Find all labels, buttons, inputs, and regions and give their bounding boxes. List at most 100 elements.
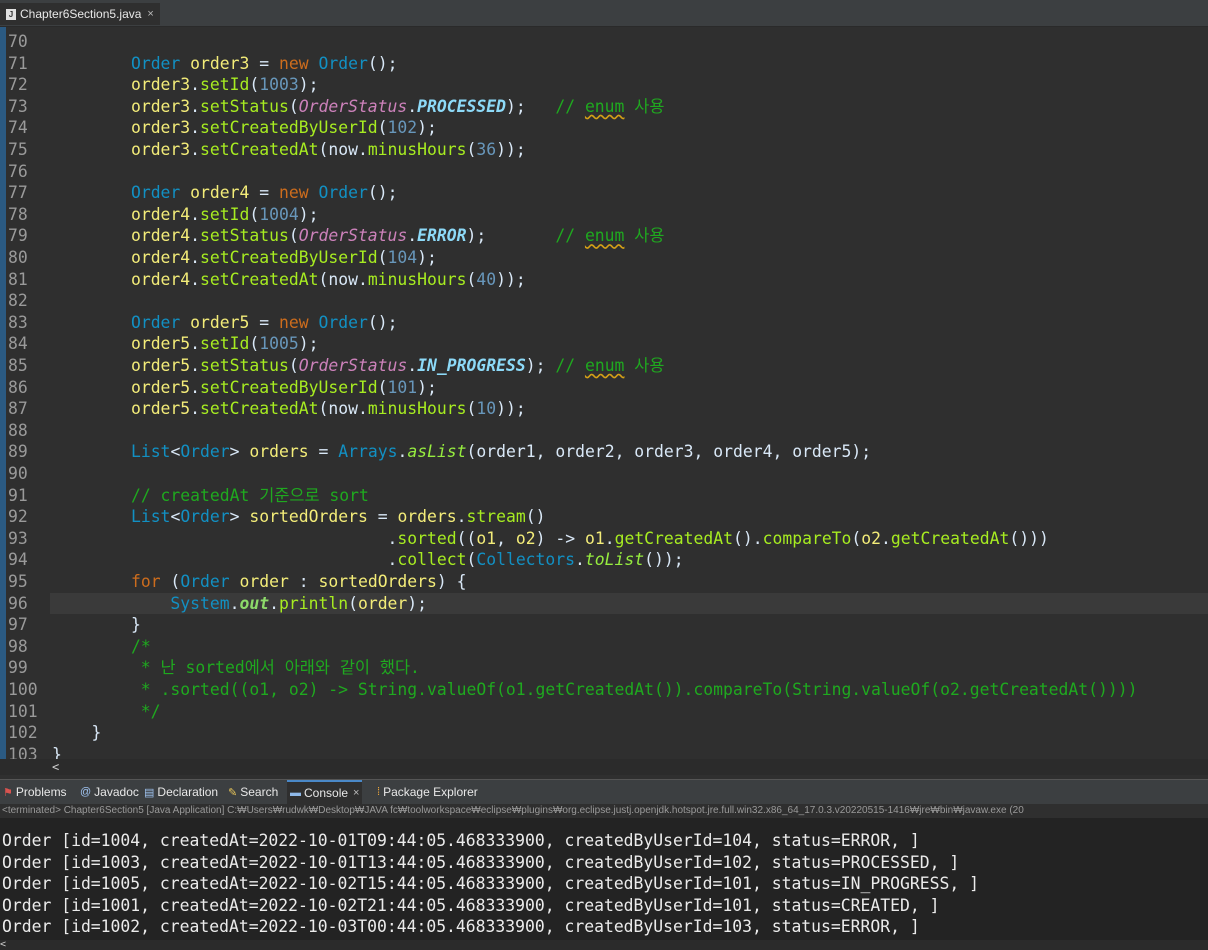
line-number: 82 — [8, 291, 28, 311]
line-number: 84 — [8, 334, 28, 354]
code-text: order5.setCreatedAt(now.minusHours(10)); — [130, 399, 526, 419]
console-horizontal-scrollbar[interactable]: < — [0, 940, 1208, 950]
line-number: 101 — [8, 701, 38, 721]
line-number: 93 — [8, 528, 28, 548]
code-line[interactable]: 86 order5.setCreatedByUserId(101); — [0, 377, 1208, 399]
code-line[interactable]: 101 */ — [0, 701, 1208, 723]
code-text: * 난 sorted에서 아래와 같이 했다. — [52, 658, 420, 678]
tab-label: Problems — [15, 785, 67, 799]
code-line[interactable]: 99 * 난 sorted에서 아래와 같이 했다. — [0, 657, 1208, 679]
console-output[interactable]: Order [id=1004, createdAt=2022-10-01T09:… — [0, 818, 1208, 940]
code-line[interactable]: 70 — [0, 31, 1208, 53]
line-number: 83 — [8, 312, 28, 332]
code-text: List<Order> sortedOrders = orders.stream… — [130, 507, 546, 527]
line-number: 97 — [8, 615, 28, 635]
code-text: order4.setId(1004); — [130, 204, 319, 224]
code-line[interactable]: 77 Order order4 = new Order(); — [0, 182, 1208, 204]
code-line[interactable]: 80 order4.setCreatedByUserId(104); — [0, 247, 1208, 269]
tab-label: Console — [304, 786, 349, 800]
code-line[interactable]: 78 order4.setId(1004); — [0, 204, 1208, 226]
editor-tab-label: Chapter6Section5.java — [20, 7, 142, 21]
tab-package-explorer[interactable]: ⁞ Package Explorer — [377, 780, 478, 804]
code-editor[interactable]: 70 71 Order order3 = new Order(); 72 order… — [0, 27, 1208, 759]
tab-label: Javadoc — [94, 785, 139, 799]
line-number: 89 — [8, 442, 28, 462]
line-number: 103 — [8, 744, 38, 759]
code-line[interactable]: 93 .sorted((o1, o2) -> o1.getCreatedAt()… — [0, 528, 1208, 550]
code-text: Order order3 = new Order(); — [130, 53, 398, 73]
code-line[interactable]: 89 List<Order> orders = Arrays.asList(or… — [0, 441, 1208, 463]
code-text: System.out.println(order); — [170, 593, 428, 613]
code-line[interactable]: 83 Order order5 = new Order(); — [0, 312, 1208, 334]
line-number: 77 — [8, 183, 28, 203]
line-number: 88 — [8, 420, 28, 440]
tab-search[interactable]: ✎ Search — [228, 780, 278, 804]
line-number: 100 — [8, 680, 38, 699]
code-text: */ — [52, 701, 161, 721]
line-number: 80 — [8, 248, 28, 267]
line-number: 71 — [8, 53, 28, 73]
line-number: 99 — [8, 658, 28, 678]
code-text: Order order4 = new Order(); — [130, 183, 398, 203]
code-text: order4.setCreatedByUserId(104); — [130, 248, 437, 267]
code-line[interactable]: 87 order5.setCreatedAt(now.minusHours(10… — [0, 398, 1208, 420]
code-line[interactable]: 94 .collect(Collectors.toList()); — [0, 549, 1208, 571]
console-icon: ▬ — [290, 787, 301, 799]
bottom-view-tabs: ⚑ Problems @ Javadoc ▤ Declaration ✎ Search ▬ Con… — [0, 779, 1208, 804]
line-number: 94 — [8, 550, 28, 570]
code-text: /* — [130, 636, 151, 656]
tab-javadoc[interactable]: @ Javadoc — [80, 780, 139, 804]
line-number: 85 — [8, 356, 28, 375]
javadoc-icon: @ — [80, 786, 92, 798]
code-text: order5.setCreatedByUserId(101); — [130, 377, 437, 397]
code-line[interactable]: 85 order5.setStatus(OrderStatus.IN_PROGR… — [0, 355, 1208, 377]
line-number: 72 — [8, 75, 28, 95]
close-icon[interactable]: × — [147, 8, 153, 20]
editor-tab-chapter6section5[interactable]: J Chapter6Section5.java × — [0, 3, 160, 25]
line-number: 73 — [8, 96, 28, 116]
code-line[interactable]: 84 order5.setId(1005); — [0, 333, 1208, 355]
line-number: 98 — [8, 636, 28, 656]
tab-label: Package Explorer — [383, 785, 478, 799]
scroll-left-arrow-icon[interactable]: < — [52, 759, 59, 775]
declaration-icon: ▤ — [144, 786, 155, 799]
code-line[interactable]: 100 * .sorted((o1, o2) -> String.valueOf… — [0, 679, 1208, 701]
line-number: 76 — [8, 161, 28, 181]
code-line[interactable]: 74 order3.setCreatedByUserId(102); — [0, 117, 1208, 139]
java-file-icon: J — [6, 8, 16, 20]
code-text: order3.setCreatedAt(now.minusHours(36)); — [130, 140, 526, 159]
code-line[interactable]: 97 } — [0, 614, 1208, 636]
code-line[interactable]: 88 — [0, 420, 1208, 442]
code-line[interactable]: 90 — [0, 463, 1208, 485]
code-line[interactable]: 102 } — [0, 722, 1208, 744]
code-line[interactable]: 92 List<Order> sortedOrders = orders.str… — [0, 506, 1208, 528]
code-line[interactable]: 103} — [0, 744, 1208, 759]
console-line: Order [id=1004, createdAt=2022-10-01T09:… — [2, 831, 920, 850]
package-explorer-icon: ⁞ — [377, 786, 381, 798]
code-line[interactable]: 98 /* — [0, 636, 1208, 658]
code-line[interactable]: 73 order3.setStatus(OrderStatus.PROCESSE… — [0, 96, 1208, 118]
code-text: order5.setStatus(OrderStatus.IN_PROGRESS… — [130, 356, 665, 375]
tab-console[interactable]: ▬ Console × — [287, 780, 363, 804]
code-line[interactable]: 71 Order order3 = new Order(); — [0, 53, 1208, 75]
code-line[interactable]: 96 System.out.println(order); — [8, 592, 1208, 615]
code-text: List<Order> orders = Arrays.asList(order… — [130, 442, 872, 462]
code-line[interactable]: 95 for (Order order : sortedOrders) { — [0, 571, 1208, 593]
code-line[interactable]: 82 — [0, 290, 1208, 312]
console-line: Order [id=1003, createdAt=2022-10-01T13:… — [2, 852, 960, 872]
close-icon[interactable]: × — [353, 787, 359, 799]
code-line[interactable]: 72 order3.setId(1003); — [0, 74, 1208, 96]
code-line[interactable]: 81 order4.setCreatedAt(now.minusHours(40… — [0, 269, 1208, 291]
code-line[interactable]: 75 order3.setCreatedAt(now.minusHours(36… — [0, 139, 1208, 161]
tab-declaration[interactable]: ▤ Declaration — [144, 780, 218, 804]
line-number: 90 — [8, 464, 28, 483]
code-line[interactable]: 79 order4.setStatus(OrderStatus.ERROR); … — [0, 225, 1208, 247]
code-text: for (Order order : sortedOrders) { — [130, 572, 467, 591]
tab-problems[interactable]: ⚑ Problems — [3, 780, 67, 804]
editor-horizontal-scrollbar[interactable]: < — [0, 759, 1208, 775]
code-line[interactable]: 91 // createdAt 기준으로 sort — [0, 485, 1208, 507]
console-scroll-left-arrow-icon[interactable]: < — [0, 939, 6, 950]
editor-tab-bar: J Chapter6Section5.java × — [0, 0, 1208, 27]
code-line[interactable]: 76 — [0, 161, 1208, 183]
line-number: 96 — [8, 593, 28, 613]
